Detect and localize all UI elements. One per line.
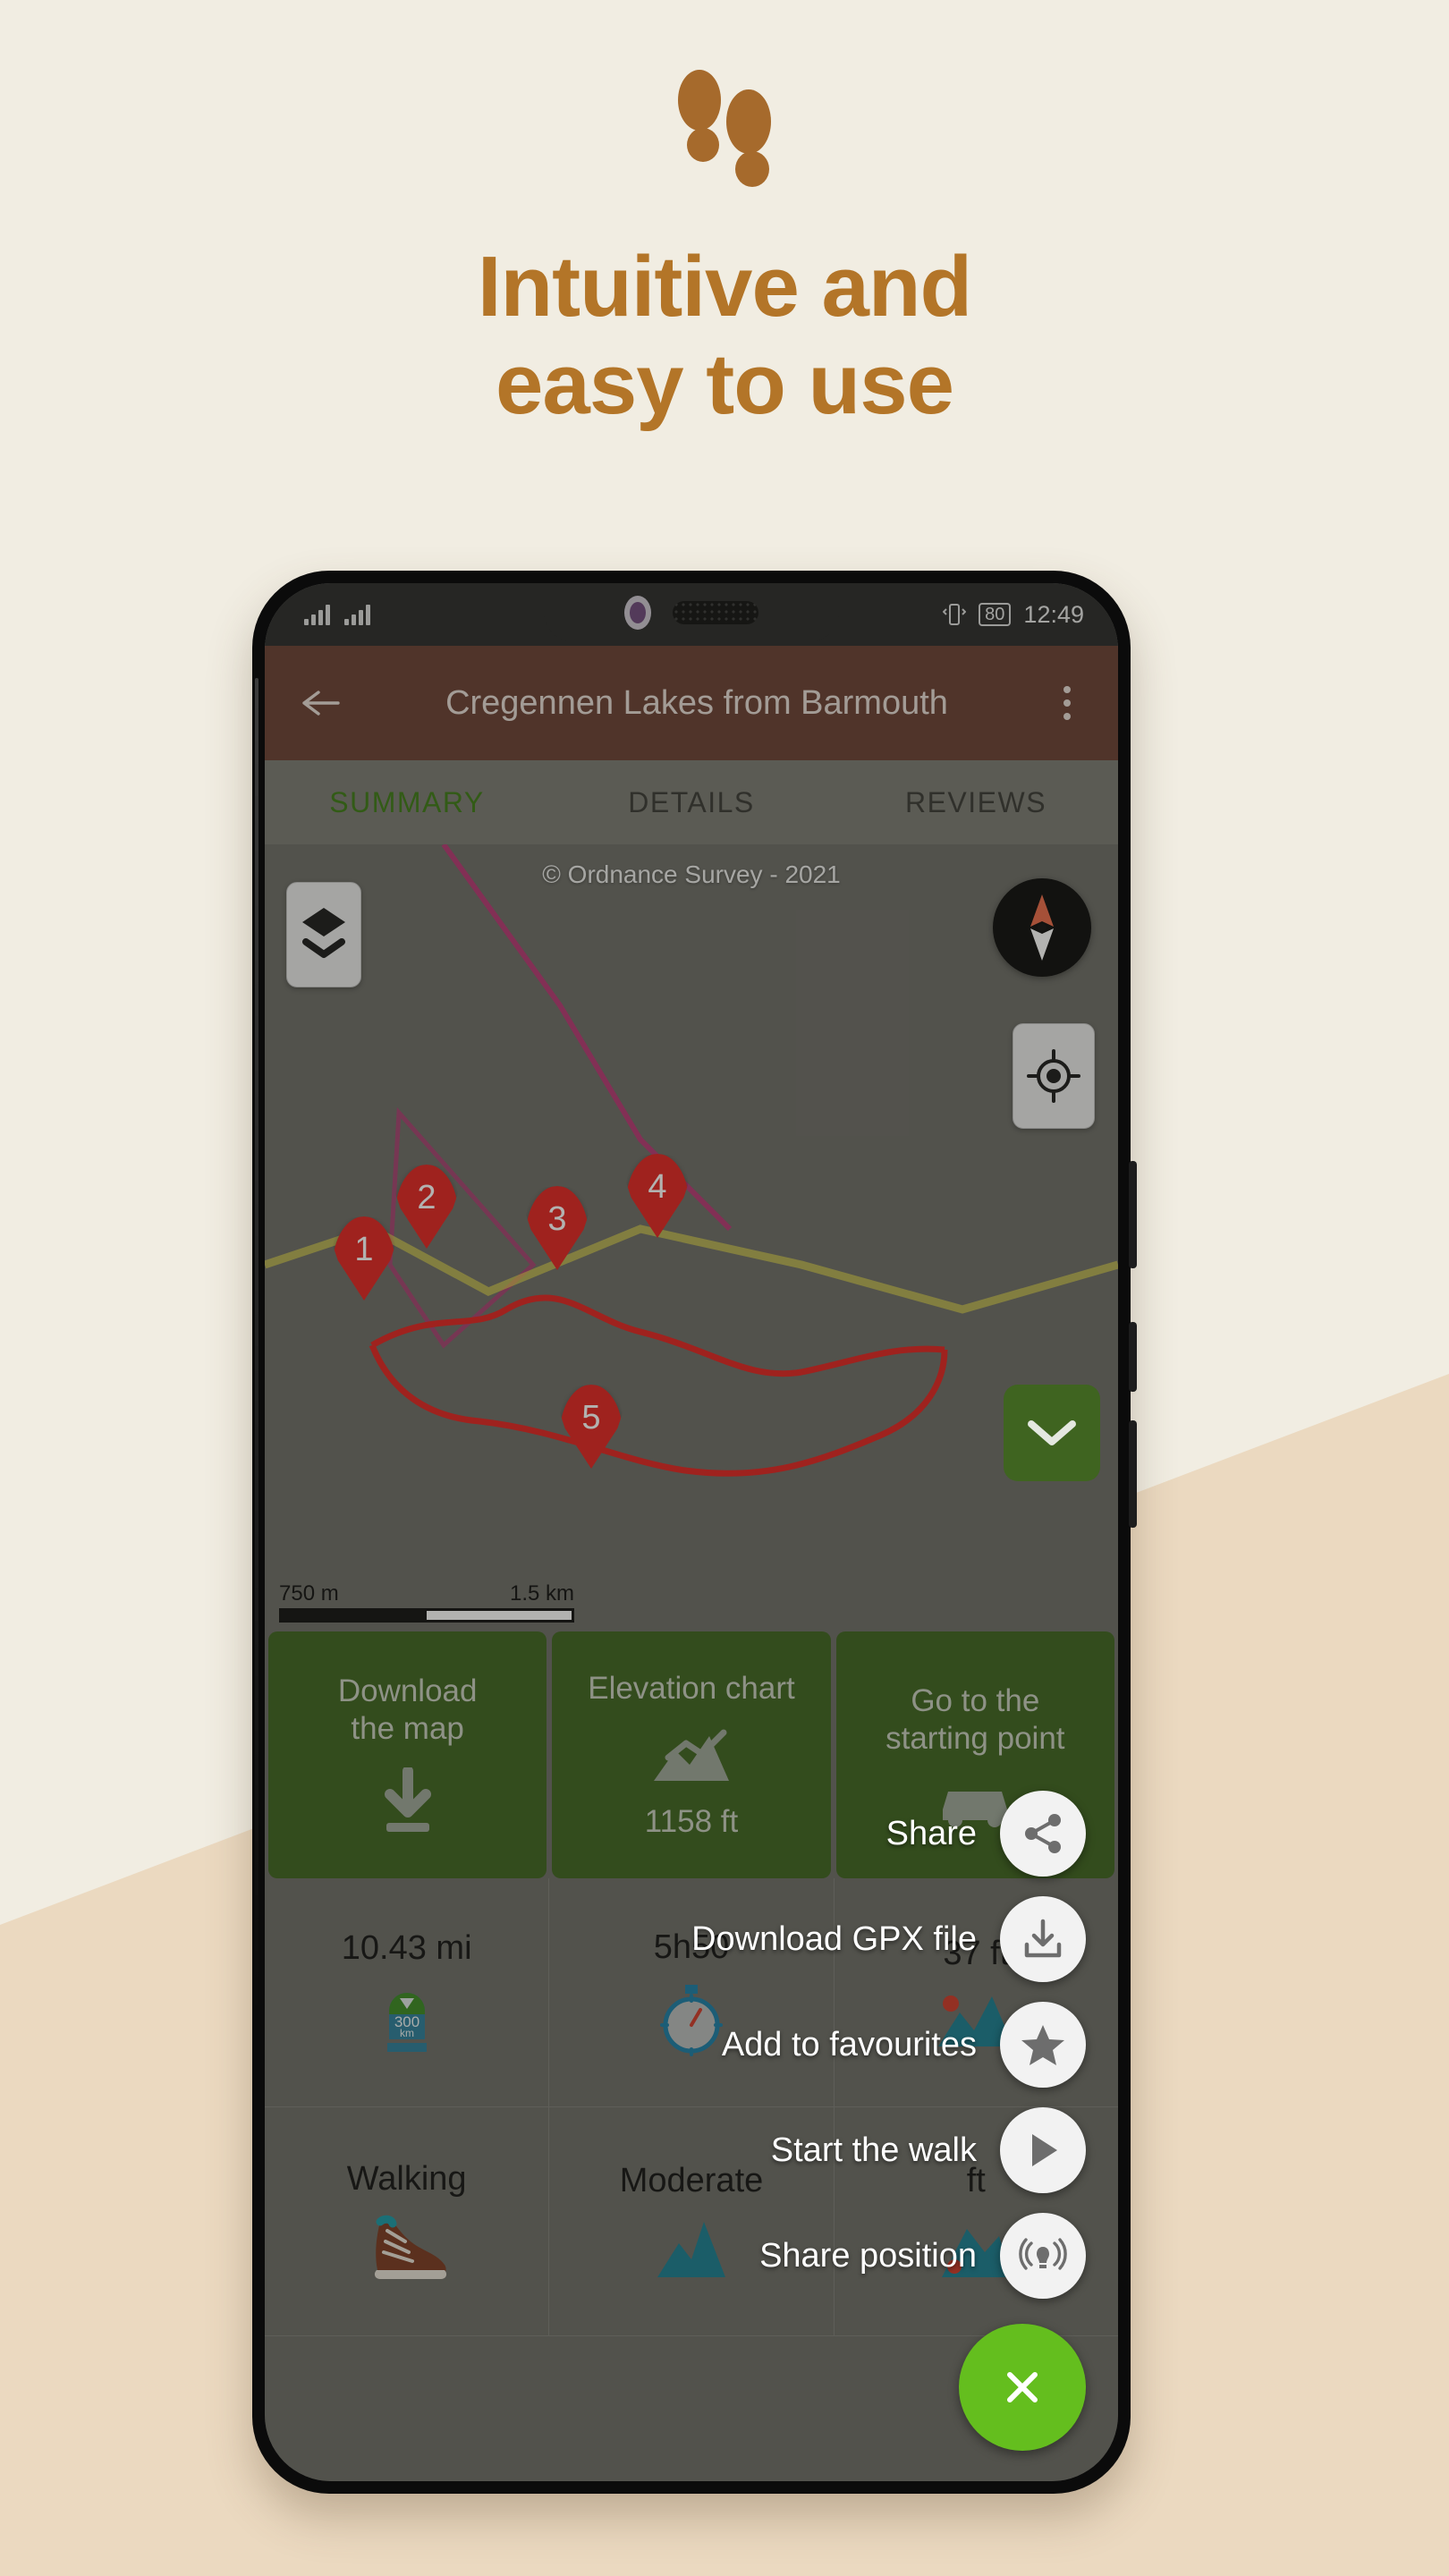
star-icon[interactable] [1000,2002,1086,2088]
stat-distance-value: 10.43 mi [341,1929,472,1967]
stat-activity: Walking [265,2107,550,2336]
signal-bars-icon-2 [344,604,370,625]
tile-download-map-label-1: Download [337,1674,478,1708]
promo-title-line1: Intuitive and [477,239,972,335]
tab-summary[interactable]: SUMMARY [265,786,549,819]
tile-go-to-start-label-1: Go to the [911,1683,1040,1718]
broadcast-icon[interactable] [1000,2213,1086,2299]
phone-side-button-volume-up[interactable] [1129,1161,1137,1268]
overflow-menu-icon[interactable] [1046,686,1088,720]
map-marker-4[interactable]: 4 [626,1154,689,1238]
tile-download-map[interactable]: Download the map [268,1631,547,1878]
front-camera-icon [624,596,651,630]
vibrate-icon [943,604,967,625]
stat-distance: 10.43 mi 300 km [265,1878,550,2107]
tab-bar: SUMMARY DETAILS REVIEWS [265,760,1118,844]
chevron-down-icon[interactable] [1004,1385,1100,1481]
tile-elevation-chart-label: Elevation chart [588,1671,795,1706]
compass-icon[interactable] [993,878,1091,977]
map-marker-5[interactable]: 5 [560,1385,623,1469]
arrow-left-icon[interactable] [295,677,347,729]
signal-bars-icon [304,604,330,625]
battery-indicator: 80 [979,603,1012,626]
promo-title-line2: easy to use [496,336,954,433]
speed-dial-label-favourites: Add to favourites [721,2025,977,2063]
download-icon [384,1767,431,1832]
speed-dial-label-gpx: Download GPX file [691,1919,977,1958]
scale-bar-graphic [279,1608,574,1623]
tab-reviews[interactable]: REVIEWS [834,786,1118,819]
share-icon[interactable] [1000,1791,1086,1877]
close-icon [1007,2372,1038,2402]
phone-side-button-power[interactable] [1129,1420,1137,1528]
tile-go-to-start-label-2: starting point [886,1721,1065,1756]
my-location-icon[interactable] [1013,1023,1095,1129]
svg-text:km: km [400,2027,414,2039]
map-marker-1[interactable]: 1 [333,1216,395,1301]
phone-side-button-volume-down[interactable] [1129,1322,1137,1392]
speed-dial-item-share-position[interactable]: Share position [759,2213,1086,2299]
speed-dial-item-start-walk[interactable]: Start the walk [771,2107,1086,2193]
map-marker-3[interactable]: 3 [526,1186,589,1270]
phone-mockup: 80 12:49 Cregennen Lakes from Barmouth S… [252,571,1137,2494]
speed-dial: Share Download GPX file Add to favourite… [691,1791,1086,2451]
map-scale-bar: 750 m 1.5 km [279,1581,574,1623]
app-bar: Cregennen Lakes from Barmouth [265,646,1118,760]
tile-download-map-label-2: the map [351,1711,464,1746]
speed-dial-item-share[interactable]: Share [886,1791,1086,1877]
speed-dial-item-favourites[interactable]: Add to favourites [722,2002,1086,2088]
page-title: Intuitive and easy to use [0,238,1449,434]
map-marker-2[interactable]: 2 [395,1165,458,1249]
promo-header: Intuitive and easy to use [0,0,1449,434]
stat-activity-value: Walking [346,2160,467,2198]
scale-label-end: 1.5 km [509,1581,574,1606]
tab-details[interactable]: DETAILS [549,786,834,819]
map-view[interactable]: © Ordnance Survey - 2021 1 2 3 4 5 750 m… [265,844,1118,1631]
speed-dial-item-gpx[interactable]: Download GPX file [691,1896,1086,1982]
speed-dial-label-share: Share [886,1814,977,1852]
route-title: Cregennen Lakes from Barmouth [445,683,948,722]
clock: 12:49 [1023,600,1084,628]
footprints-icon [0,66,1449,200]
speed-dial-label-start-walk: Start the walk [770,2131,977,2169]
earpiece-speaker [673,601,758,624]
play-icon[interactable] [1000,2107,1086,2193]
elevation-chart-icon [653,1729,729,1781]
download-file-icon[interactable] [1000,1896,1086,1982]
phone-screen: 80 12:49 Cregennen Lakes from Barmouth S… [265,583,1118,2481]
layers-icon[interactable] [286,882,361,987]
hiking-boot-icon [374,2215,446,2279]
speed-dial-label-share-position: Share position [759,2236,977,2275]
speed-dial-close-button[interactable] [959,2324,1086,2451]
status-bar: 80 12:49 [265,583,1118,646]
scale-label-mid: 750 m [279,1581,339,1606]
camera-notch [544,583,839,642]
route-path [265,844,1118,1477]
distance-marker-icon: 300 km [386,1993,427,2052]
map-attribution: © Ordnance Survey - 2021 [542,860,841,888]
